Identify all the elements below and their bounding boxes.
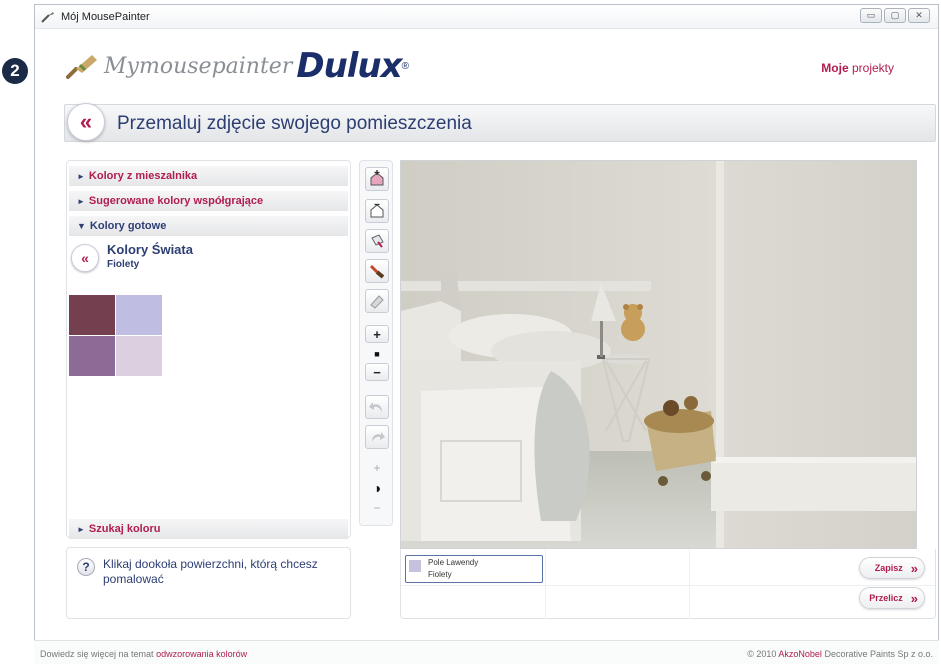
brush-logo-icon xyxy=(66,55,97,79)
contrast-minus-icon[interactable]: − xyxy=(365,499,389,517)
akzonobel-link[interactable]: AkzoNobel xyxy=(778,649,822,659)
chip-swatch xyxy=(409,560,421,572)
logo-mouse: mouse xyxy=(138,53,212,79)
back-button[interactable]: « xyxy=(67,103,105,141)
color-swatch[interactable] xyxy=(69,295,115,335)
grid-divider xyxy=(545,549,546,619)
grid-divider xyxy=(401,585,935,586)
contrast-plus-icon[interactable]: + xyxy=(365,459,389,477)
recalculate-button[interactable]: Przelicz » xyxy=(859,587,925,609)
paint-toolbar: + ■ − + ◑ − xyxy=(359,160,393,526)
collection-subtitle: Fiolety xyxy=(107,259,140,270)
accordion-label: Kolory z mieszalnika xyxy=(88,170,198,182)
collection-title: Kolory Świata xyxy=(107,242,193,257)
logo-my: My xyxy=(104,53,139,79)
save-button[interactable]: Zapisz » xyxy=(859,557,925,579)
unfill-area-icon[interactable] xyxy=(365,199,389,223)
close-button[interactable]: ✕ xyxy=(908,8,930,23)
zoom-in-icon[interactable]: + xyxy=(365,325,389,343)
collapsed-arrow-icon: ► xyxy=(77,197,85,206)
accordion-suggested-colors[interactable]: ► Sugerowane kolory współgrające xyxy=(69,191,348,211)
maximize-button[interactable]: ▢ xyxy=(884,8,906,23)
selected-color-chip[interactable]: Pole Lawendy Fiolety xyxy=(405,555,543,583)
expanded-arrow-icon: ▼ xyxy=(77,221,86,231)
collection-back-button[interactable]: « xyxy=(71,244,99,272)
accordion-label: Sugerowane kolory współgrające xyxy=(88,195,264,207)
step-badge: 2 xyxy=(2,58,28,84)
projects-link-bold: Moje xyxy=(821,61,849,75)
my-projects-link[interactable]: Moje projekty xyxy=(821,61,894,75)
logo-painter: painter xyxy=(211,53,293,79)
page-title: Przemaluj zdjęcie swojego pomieszczenia xyxy=(117,113,472,134)
collapsed-arrow-icon: ► xyxy=(77,172,85,181)
color-collection-header: « Kolory Świata Fiolety xyxy=(67,240,350,280)
brush-icon[interactable] xyxy=(365,259,389,283)
accordion-ready-colors[interactable]: ▼ Kolory gotowe xyxy=(69,216,348,236)
color-panel: ► Kolory z mieszalnika ► Sugerowane kolory… xyxy=(66,160,351,539)
logo-dulux: Dulux xyxy=(296,46,402,86)
search-color-section: ► Szukaj koloru xyxy=(67,514,350,539)
collapsed-arrow-icon: ► xyxy=(77,525,85,534)
grid-divider xyxy=(689,549,690,619)
chip-color-name: Pole Lawendy xyxy=(428,558,479,567)
brush-size-icon: ■ xyxy=(374,349,380,359)
color-swatch[interactable] xyxy=(69,336,115,376)
contrast-icon[interactable]: ◑ xyxy=(365,479,389,497)
bottom-panel: Pole Lawendy Fiolety Zapisz » Przelicz » xyxy=(400,549,936,619)
copyright-suffix: Decorative Paints Sp z o.o. xyxy=(821,649,933,659)
double-chevron-right-icon: » xyxy=(910,560,918,576)
recalculate-label: Przelicz xyxy=(869,593,903,603)
undo-icon[interactable] xyxy=(365,395,389,419)
footer: Dowiedz się więcej na temat odwzorowania… xyxy=(34,640,939,664)
page-banner: « Przemaluj zdjęcie swojego pomieszczeni… xyxy=(64,103,936,142)
room-photo-canvas[interactable] xyxy=(400,160,917,549)
question-icon[interactable]: ? xyxy=(77,558,95,576)
hint-text: Klikaj dookoła powierzchni, którą chcesz… xyxy=(103,557,318,586)
minimize-button[interactable]: ▭ xyxy=(860,8,882,23)
accordion-search-color[interactable]: ► Szukaj koloru xyxy=(69,519,348,539)
app-brush-icon xyxy=(41,11,54,23)
paint-bucket-icon[interactable] xyxy=(365,229,389,253)
eraser-icon[interactable] xyxy=(365,289,389,313)
title-bar: Mój MousePainter xyxy=(35,5,938,29)
accordion-mixer-colors[interactable]: ► Kolory z mieszalnika xyxy=(69,166,348,186)
color-swatch[interactable] xyxy=(116,336,162,376)
projects-link-rest: projekty xyxy=(848,61,894,75)
accordion-label: Szukaj koloru xyxy=(88,523,161,535)
app-header: My mouse painter Dulux ® Moje projekty xyxy=(36,44,906,94)
swatch-grid xyxy=(69,295,163,376)
hint-box: ? Klikaj dookoła powierzchni, którą chce… xyxy=(66,547,351,619)
chip-color-family: Fiolety xyxy=(428,570,452,579)
zoom-out-icon[interactable]: − xyxy=(365,363,389,381)
redo-icon[interactable] xyxy=(365,425,389,449)
footer-left-text: Dowiedz się więcej na temat xyxy=(40,649,157,659)
save-label: Zapisz xyxy=(874,563,903,573)
logo-registered: ® xyxy=(401,60,409,72)
copyright-prefix: © 2010 xyxy=(747,649,779,659)
window-title: Mój MousePainter xyxy=(61,10,150,23)
color-reproduction-link[interactable]: odwzorowania kolorów xyxy=(156,649,247,659)
footer-left: Dowiedz się więcej na temat odwzorowania… xyxy=(40,649,247,659)
accordion-label: Kolory gotowe xyxy=(89,220,167,232)
mousepainter-dulux-logo: My mouse painter Dulux ® xyxy=(66,46,409,86)
footer-right: © 2010 AkzoNobel Decorative Paints Sp z … xyxy=(747,649,933,659)
double-chevron-right-icon: » xyxy=(910,590,918,606)
fill-area-icon[interactable] xyxy=(365,167,389,191)
bedroom-photo xyxy=(401,161,916,548)
color-swatch[interactable] xyxy=(116,295,162,335)
window-controls: ▭ ▢ ✕ xyxy=(860,8,930,23)
